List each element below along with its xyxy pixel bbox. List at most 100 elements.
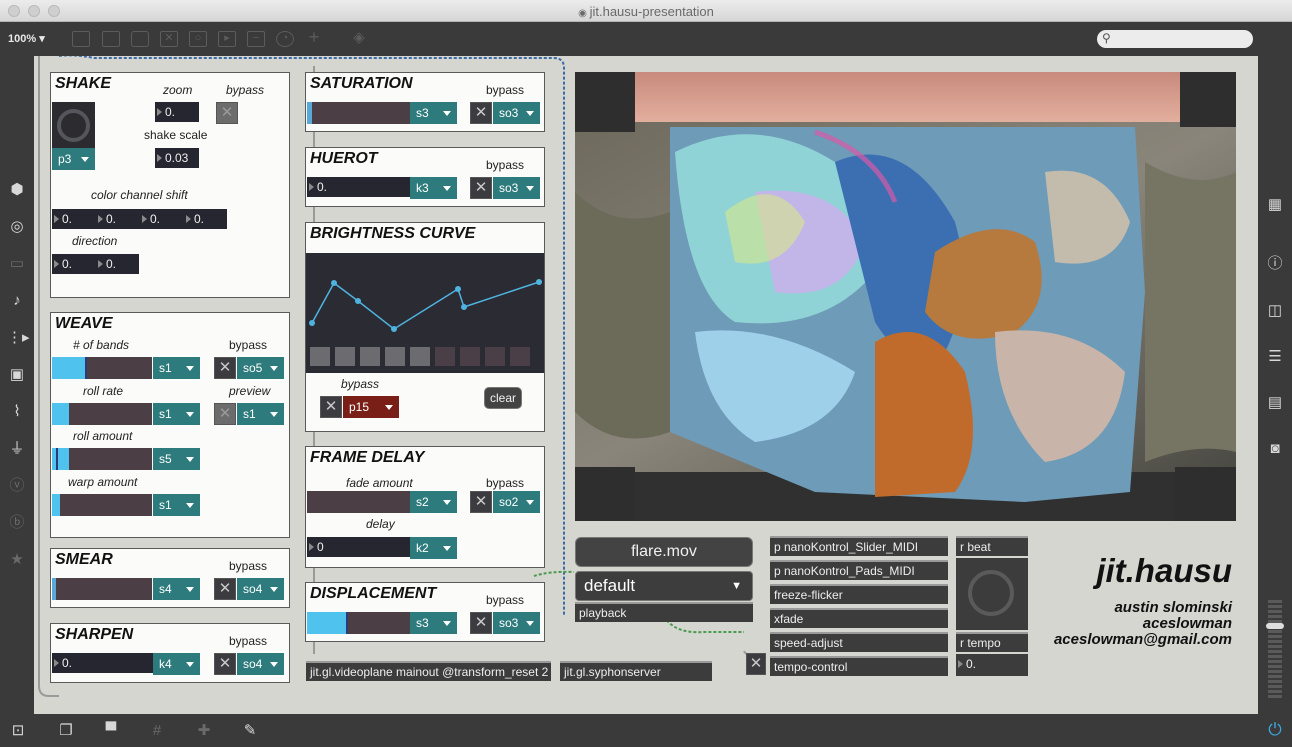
movie-dropdown[interactable]: default ▼ xyxy=(575,571,753,601)
color-shift-number-3[interactable]: 0. xyxy=(140,209,184,229)
sharpen-bypass-menu[interactable]: so4 xyxy=(237,653,284,675)
direction-number-1[interactable]: 0. xyxy=(52,254,96,274)
zoom-number[interactable]: 0. xyxy=(155,102,199,122)
zoom-menu[interactable]: 100% ▾ xyxy=(8,32,45,45)
videoplane-object[interactable]: jit.gl.videoplane mainout @transform_res… xyxy=(306,661,551,681)
displacement-menu[interactable]: s3 xyxy=(410,612,457,634)
delay-number[interactable]: 0 xyxy=(307,537,410,557)
button-icon[interactable]: ○ xyxy=(189,31,207,47)
smear-bypass-menu[interactable]: so4 xyxy=(237,578,284,600)
saturation-bypass-toggle[interactable]: ✕ xyxy=(470,102,492,124)
huerot-menu[interactable]: k3 xyxy=(410,177,457,199)
roll-amount-menu[interactable]: s5 xyxy=(153,448,200,470)
dial-icon[interactable]: ◔ xyxy=(276,31,294,47)
sharpen-number[interactable]: 0. xyxy=(52,653,153,673)
tempo-control-object[interactable]: tempo-control xyxy=(770,656,948,676)
warp-amount-slider[interactable] xyxy=(52,494,152,516)
weave-bypass-toggle[interactable]: ✕ xyxy=(214,357,236,379)
tempo-toggle[interactable]: ✕ xyxy=(746,653,766,675)
roll-amount-slider[interactable] xyxy=(52,448,152,470)
slider-icon[interactable]: − xyxy=(247,31,265,47)
camera-icon[interactable]: ◙ xyxy=(1265,440,1285,458)
nano-slider-object[interactable]: p nanoKontrol_Slider_MIDI xyxy=(770,536,948,556)
displacement-slider[interactable] xyxy=(307,612,410,634)
paint-bucket-icon[interactable]: ◈ xyxy=(350,30,368,47)
freeze-flicker-object[interactable]: freeze-flicker xyxy=(770,584,948,604)
bands-slider[interactable] xyxy=(52,357,152,379)
preview-toggle[interactable]: ✕ xyxy=(214,403,236,425)
keyboard-icon[interactable]: ▭ xyxy=(7,255,27,273)
presentation-mode-icon[interactable]: ▀ xyxy=(101,722,121,740)
huerot-number[interactable]: 0. xyxy=(307,177,410,197)
play-icon[interactable]: ▸ xyxy=(218,31,236,47)
color-shift-number-4[interactable]: 0. xyxy=(184,209,227,229)
playback-object[interactable]: playback xyxy=(575,602,753,622)
brightness-preset-menu[interactable]: p15 xyxy=(343,396,399,418)
color-shift-number-1[interactable]: 0. xyxy=(52,209,96,229)
sequence-icon[interactable]: ⋮▸ xyxy=(7,329,30,347)
sharpen-bypass-toggle[interactable]: ✕ xyxy=(214,653,236,675)
saturation-bypass-menu[interactable]: so3 xyxy=(493,102,540,124)
presentation-icon[interactable] xyxy=(72,31,90,47)
lock-icon[interactable]: ⊡ xyxy=(8,722,28,740)
tempo-number[interactable]: 0. xyxy=(956,654,1028,676)
info-icon[interactable]: ⓘ xyxy=(1265,255,1285,273)
new-object-icon[interactable]: ✚ xyxy=(194,722,214,740)
roll-rate-menu[interactable]: s1 xyxy=(153,403,200,425)
frame-delay-bypass-toggle[interactable]: ✕ xyxy=(470,491,492,513)
power-icon[interactable]: ⏻ xyxy=(1265,721,1285,739)
beat-dial[interactable] xyxy=(956,558,1028,630)
saturation-slider[interactable] xyxy=(307,102,410,124)
comment-icon[interactable] xyxy=(131,31,149,47)
shake-bypass-toggle[interactable]: ✕ xyxy=(216,102,238,124)
clear-button[interactable]: clear xyxy=(484,387,522,409)
columns-icon[interactable]: ◫ xyxy=(1265,302,1285,320)
preview-menu[interactable]: s1 xyxy=(237,403,284,425)
shake-dial[interactable] xyxy=(52,102,95,149)
bpatcher-icon[interactable]: ⓑ xyxy=(7,514,27,532)
r-tempo-object[interactable]: r tempo xyxy=(956,632,1028,652)
list-icon[interactable]: ☰ xyxy=(1265,348,1285,366)
saturation-menu[interactable]: s3 xyxy=(410,102,457,124)
speed-adjust-object[interactable]: speed-adjust xyxy=(770,632,948,652)
smear-slider[interactable] xyxy=(52,578,152,600)
huerot-bypass-toggle[interactable]: ✕ xyxy=(470,177,492,199)
syphonserver-object[interactable]: jit.gl.syphonserver xyxy=(560,661,712,681)
warp-amount-menu[interactable]: s1 xyxy=(153,494,200,516)
direction-number-2[interactable]: 0. xyxy=(96,254,139,274)
frame-delay-bypass-menu[interactable]: so2 xyxy=(493,491,540,513)
vimeo-icon[interactable]: ⓥ xyxy=(7,477,27,495)
search-input[interactable]: ⚲ xyxy=(1097,30,1253,48)
brightness-bypass-toggle[interactable]: ✕ xyxy=(320,396,342,418)
smear-menu[interactable]: s4 xyxy=(153,578,200,600)
plug-icon[interactable]: ⏚ xyxy=(7,440,27,458)
fade-amount-slider[interactable] xyxy=(307,491,410,513)
toggle-icon[interactable]: ✕ xyxy=(160,31,178,47)
delay-menu[interactable]: k2 xyxy=(410,537,457,559)
wrench-icon[interactable]: ✎ xyxy=(240,722,260,740)
displacement-bypass-menu[interactable]: so3 xyxy=(493,612,540,634)
bands-menu[interactable]: s1 xyxy=(153,357,200,379)
target-icon[interactable]: ◎ xyxy=(7,218,27,236)
weave-bypass-menu[interactable]: so5 xyxy=(237,357,284,379)
book-icon[interactable]: ▤ xyxy=(1265,394,1285,412)
brightness-curve-editor[interactable] xyxy=(306,253,544,373)
roll-rate-slider[interactable] xyxy=(52,403,152,425)
sharpen-menu[interactable]: k4 xyxy=(153,653,200,675)
shake-preset-menu[interactable]: p3 xyxy=(52,148,95,170)
huerot-bypass-menu[interactable]: so3 xyxy=(493,177,540,199)
level-meter[interactable] xyxy=(1266,600,1284,700)
grid-toggle-icon[interactable]: # xyxy=(147,722,167,740)
movie-file-button[interactable]: flare.mov xyxy=(575,537,753,567)
image-icon[interactable]: ▣ xyxy=(7,366,27,384)
cube-icon[interactable]: ⬢ xyxy=(7,181,27,199)
paperclip-icon[interactable]: ⌇ xyxy=(7,403,27,421)
windows-icon[interactable]: ❐ xyxy=(56,722,76,740)
music-note-icon[interactable]: ♪ xyxy=(7,292,27,310)
add-object-icon[interactable]: + xyxy=(305,28,323,47)
jit-object-icon[interactable] xyxy=(102,31,120,47)
r-beat-object[interactable]: r beat xyxy=(956,536,1028,556)
displacement-bypass-toggle[interactable]: ✕ xyxy=(470,612,492,634)
color-shift-number-2[interactable]: 0. xyxy=(96,209,140,229)
shake-scale-number[interactable]: 0.03 xyxy=(155,148,199,168)
